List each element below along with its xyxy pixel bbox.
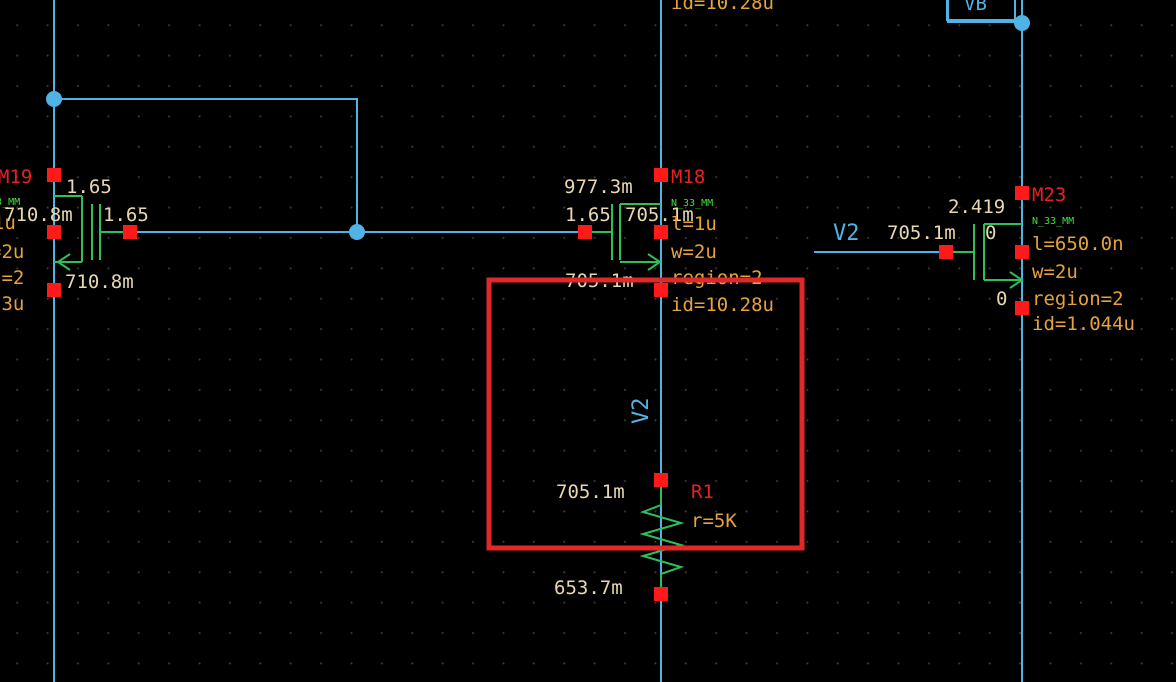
- pin-m19-gate-right[interactable]: [123, 225, 137, 239]
- pin-m23-body[interactable]: [1015, 245, 1029, 259]
- pin-m18-body[interactable]: [654, 225, 668, 239]
- m23-body-zero: 0: [996, 288, 1007, 310]
- m23-model-label: N_33_MM: [1032, 216, 1074, 227]
- m23-length-label: l=650.0n: [1032, 233, 1124, 255]
- m18-gate-voltage: 1.65: [565, 204, 611, 226]
- junction-dot[interactable]: [46, 91, 62, 107]
- pin-r1-top[interactable]: [654, 473, 668, 487]
- m23-instance-label: M23: [1032, 184, 1066, 206]
- m19-gate-voltage-right: 1.65: [103, 204, 149, 226]
- m18-id-label: id=10.28u: [671, 294, 774, 316]
- vb-label: VB: [964, 0, 987, 15]
- pin-m23-drain[interactable]: [1015, 186, 1029, 200]
- m23-source-zero: 0: [985, 222, 996, 244]
- m23-id-label: id=1.044u: [1032, 313, 1135, 335]
- m18-drain-voltage: 977.3m: [564, 176, 633, 198]
- pin-m19-source[interactable]: [47, 283, 61, 297]
- m19-source-voltage: 710.8m: [65, 271, 134, 293]
- pin-m19-drain[interactable]: [47, 168, 61, 182]
- m18-length-label: l=1u: [671, 213, 717, 235]
- id-top-label: id=10.28u: [671, 0, 774, 14]
- r1-top-voltage: 705.1m: [556, 481, 625, 503]
- pin-m23-source[interactable]: [1015, 301, 1029, 315]
- m23-width-label: w=2u: [1032, 261, 1078, 283]
- m19-length-label: l=1u: [0, 212, 16, 234]
- junction-dot[interactable]: [349, 224, 365, 240]
- m18-instance-label: M18: [671, 166, 705, 188]
- m19-instance-label: M19: [0, 166, 32, 188]
- m19-width-label: =2u: [0, 241, 24, 263]
- m19-region-label: n=2: [0, 267, 24, 289]
- net-v2-vertical-label: V2: [629, 398, 654, 425]
- transistor-m23[interactable]: [946, 223, 1024, 289]
- pin-m18-drain[interactable]: [654, 168, 668, 182]
- m18-width-label: w=2u: [671, 241, 717, 263]
- junction-dot[interactable]: [1014, 15, 1030, 31]
- m19-id-label: 33u: [0, 293, 24, 315]
- m23-region-label: region=2: [1032, 288, 1124, 310]
- m19-gate-voltage: 1.65: [66, 176, 112, 198]
- schematic-drawing[interactable]: VB id=10.28u M19 N_33_MM 1.65 710.8m 1.6…: [0, 0, 1176, 682]
- r1-value-label: r=5K: [691, 510, 737, 532]
- m23-gate-voltage: 705.1m: [887, 222, 956, 244]
- pin-m18-gate[interactable]: [578, 225, 592, 239]
- r1-instance-label: R1: [691, 481, 714, 503]
- net-v2-label: V2: [833, 221, 860, 246]
- pin-m19-gate[interactable]: [47, 225, 61, 239]
- pin-m23-gate[interactable]: [939, 245, 953, 259]
- r1-bottom-voltage: 653.7m: [554, 577, 623, 599]
- pin-r1-bottom[interactable]: [654, 587, 668, 601]
- pin-m18-source[interactable]: [654, 283, 668, 297]
- wires: [53, 0, 1023, 682]
- schematic-canvas[interactable]: VB id=10.28u M19 N_33_MM 1.65 710.8m 1.6…: [0, 0, 1176, 682]
- m23-drain-voltage: 2.419: [948, 196, 1005, 218]
